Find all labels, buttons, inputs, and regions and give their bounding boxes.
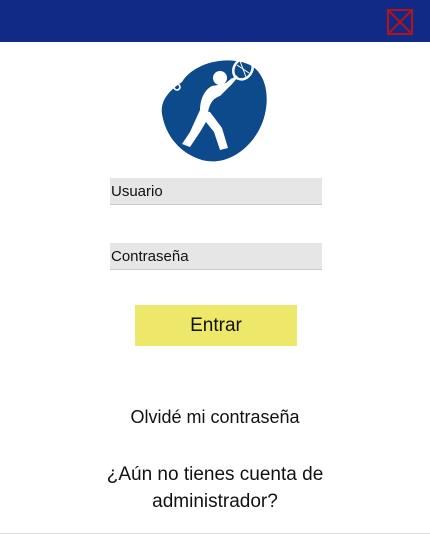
close-icon xyxy=(387,9,413,35)
password-field[interactable] xyxy=(110,243,322,270)
forgot-password-link[interactable]: Olvidé mi contraseña xyxy=(0,407,430,428)
close-button[interactable] xyxy=(387,9,413,35)
title-bar xyxy=(0,0,430,42)
window-bottom-border xyxy=(0,533,430,534)
tennis-player-icon xyxy=(161,57,267,162)
app-logo xyxy=(160,56,270,164)
register-admin-link[interactable]: ¿Aún no tienes cuenta de administrador? xyxy=(95,461,335,515)
login-window: Entrar Olvidé mi contraseña ¿Aún no tien… xyxy=(0,0,430,537)
login-button[interactable]: Entrar xyxy=(135,305,297,346)
username-field[interactable] xyxy=(110,178,322,205)
